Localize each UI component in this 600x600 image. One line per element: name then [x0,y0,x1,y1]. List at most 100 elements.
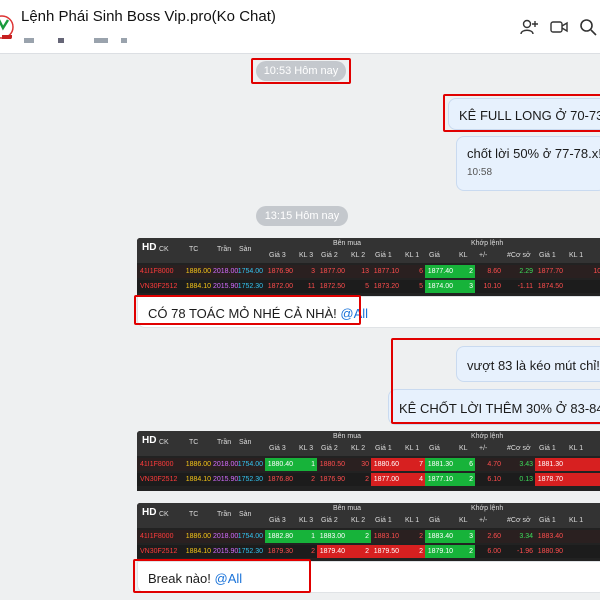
table-cell: 1 [295,458,317,471]
column-header: KL 1 [569,517,584,524]
group-title[interactable]: Lệnh Phái Sinh Boss Vip.pro(Ko Chat) [21,8,276,25]
table-cell: 1754.00 [237,461,263,468]
table-cell: 10.10 [483,283,501,290]
column-header: TC [189,439,199,446]
column-header: +/- [479,445,488,452]
column-header: #Cơ sở [507,517,531,524]
table-cell: 1886.00 [185,533,211,540]
table-cell: 1884.10 [185,476,211,483]
table-cell: 1886.00 [185,268,211,275]
table-cell: 1879.50 [371,545,401,558]
column-header: Giá 2 [321,445,338,452]
board-header: HD Bên mua Khớp lệnh CK TC Trần Sàn Giá 3 KL 3 Gi… [137,503,600,528]
column-header: Giá 1 [375,517,392,524]
add-member-icon[interactable] [519,17,539,37]
table-cell: 41I1F8000 [140,268,174,275]
video-call-icon[interactable] [549,17,569,37]
table-cell: 2 [455,545,475,558]
column-header: Giá 3 [269,445,286,452]
table-cell: 2 [419,533,423,540]
message-time: 10:58 [467,167,493,178]
column-header: Trần [217,246,232,253]
table-cell: -1.96 [517,548,533,555]
table-cell: 6.00 [487,548,501,555]
message-bubble[interactable]: chốt lời 50% ở 77-78.x! @ 10:58 [456,136,600,191]
table-cell: 2015.90 [213,476,239,483]
price-board-image[interactable]: HD Bên mua Khớp lệnh CK TC Trần Sàn Giá 3 KL 3 Gi… [137,503,600,561]
table-cell: 0.13 [519,476,533,483]
table-cell: 1874.00 [425,280,455,293]
column-header: Giá 2 [321,517,338,524]
table-cell: 1876.90 [319,476,345,483]
table-cell: 1877.10 [373,268,399,275]
board-logo: HD [142,435,157,446]
column-header: CK [159,246,169,253]
message-text: chốt lời 50% ở 77-78.x! @ [467,146,600,161]
chat-header: Lệnh Phái Sinh Boss Vip.pro(Ko Chat) [0,0,600,54]
table-cell: 2 [401,545,425,558]
column-header: KL [459,517,468,524]
table-cell: 1872.00 [267,283,293,290]
table-cell: VN30F2512 [140,476,178,483]
board-header: HD Bên mua Khớp lệnh CK TC Trần Sàn Giá 3 KL 3 Gi… [137,431,600,456]
table-cell: 1879.40 [317,545,347,558]
group-label-buy: Bên mua [333,433,362,440]
board-logo: HD [142,507,157,518]
table-cell: 1752.30 [237,476,263,483]
table-cell: 1886.00 [185,461,211,468]
table-cell: 1872.50 [319,283,345,290]
red-highlight-box [251,58,351,84]
column-header: KL 1 [405,252,420,259]
subtitle-placeholder [94,38,108,43]
column-header: Sàn [239,246,252,253]
column-header: Giá [429,445,440,452]
table-row: VN30F2512 1884.10 2015.90 1752.30 1876.80 2 18… [137,473,600,486]
table-cell: 1876.80 [267,476,293,483]
table-cell: 2 [347,545,371,558]
table-cell: 2 [455,473,475,486]
table-cell: 1 [565,280,600,293]
column-header: CK [159,511,169,518]
column-header: #Cơ sở [507,445,531,452]
column-header: TC [189,246,199,253]
group-avatar[interactable] [0,8,14,46]
column-header: KL [459,445,468,452]
table-cell: 3 [311,268,315,275]
table-cell: 6.10 [487,476,501,483]
table-cell: 2015.90 [213,283,239,290]
group-label-buy: Bên mua [333,240,362,247]
table-cell: 1 [295,530,317,543]
column-header: KL 2 [351,517,366,524]
column-header: Sàn [239,511,252,518]
price-board-image[interactable]: HD Bên mua Khớp lệnh CK TC Trần Sàn Giá 3 KL 3 Gi… [137,431,600,491]
column-header: Giá 1 [539,517,556,524]
column-header: TC [189,511,199,518]
table-cell: 1 [565,473,600,486]
table-cell: 41I1F8000 [140,461,174,468]
table-cell: 1883.40 [425,530,455,543]
date-separator: 13:15 Hôm nay [256,206,348,226]
table-cell: 2018.00 [213,461,239,468]
column-header: CK [159,439,169,446]
subtitle-placeholder [24,38,34,43]
table-cell: 6 [455,458,475,471]
table-cell: 1754.00 [237,533,263,540]
price-board-image[interactable]: HD Bên mua Khớp lệnh CK TC Trần Sàn Giá 3 KL 3 Gi… [137,238,600,296]
search-icon[interactable] [578,17,598,37]
table-cell: 1877.00 [319,268,345,275]
table-cell: 1752.30 [237,548,263,555]
red-highlight-box [133,559,311,593]
column-header: KL 1 [569,252,584,259]
column-header: Giá 3 [269,517,286,524]
table-cell: 1877.40 [425,265,455,278]
board-header: HD Bên mua Khớp lệnh CK TC Trần Sàn Giá 3 KL 3 Gi… [137,238,600,263]
column-header: KL 2 [351,445,366,452]
subtitle-placeholder [58,38,64,43]
table-cell: 3 [455,280,475,293]
column-header: KL 1 [569,445,584,452]
table-cell: 2018.00 [213,268,239,275]
subtitle-placeholder [121,38,127,43]
column-header: Sàn [239,439,252,446]
column-header: Giá 3 [269,252,286,259]
column-header: Giá 1 [539,445,556,452]
